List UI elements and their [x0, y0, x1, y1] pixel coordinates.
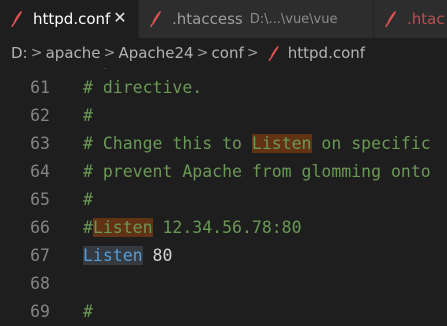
line-number: 65	[30, 190, 50, 209]
line-code: #	[83, 102, 93, 130]
line-number: 62	[30, 106, 50, 125]
search-match-highlight: Listen	[92, 218, 153, 237]
chevron-right-icon: >	[196, 45, 209, 61]
feather-icon	[266, 45, 282, 62]
line-number: 69	[30, 302, 50, 321]
line-number: 67	[30, 246, 50, 265]
code-token: # directive.	[83, 78, 203, 97]
code-line[interactable]: 61 # directive.	[0, 74, 447, 102]
code-line[interactable]: 65 #	[0, 186, 447, 214]
tab-bar: httpd.conf ✕ .htaccess D:\...\vue\vue .h…	[0, 0, 447, 38]
code-token: 80	[142, 246, 173, 265]
line-code: Listen 80	[83, 242, 172, 270]
code-token: 12.34.56.78:80	[152, 218, 302, 237]
breadcrumb-item-apache[interactable]: apache	[46, 44, 101, 62]
chevron-right-icon: >	[246, 45, 259, 61]
breadcrumb-item-drive[interactable]: D:	[11, 44, 28, 62]
tab-label: .htaccess	[172, 10, 243, 28]
tab-httpd-conf[interactable]: httpd.conf ✕	[0, 0, 139, 38]
breadcrumb-item-file[interactable]: httpd.conf	[288, 44, 365, 62]
code-token: # Change this to	[83, 134, 252, 153]
line-code: #	[83, 298, 93, 326]
line-code: # Change this to Listen on specific	[83, 130, 431, 158]
line-number: 63	[30, 134, 50, 153]
code-line[interactable]: 67 Listen 80	[0, 242, 447, 270]
search-match-highlight: Listen	[83, 246, 143, 265]
code-line[interactable]: 64 # prevent Apache from glomming onto	[0, 158, 447, 186]
code-token: #	[83, 218, 93, 237]
search-match-highlight: Listen	[251, 134, 312, 153]
line-number: 68	[30, 274, 50, 293]
code-token: #	[83, 190, 93, 209]
tab-description: D:\...\vue\vue	[249, 11, 338, 27]
code-line[interactable]: 63 # Change this to Listen on specific	[0, 130, 447, 158]
line-number: 61	[30, 78, 50, 97]
code-line[interactable]: 69 #	[0, 298, 447, 326]
breadcrumb-item-apache24[interactable]: Apache24	[119, 44, 194, 62]
tab-htaccess[interactable]: .htaccess D:\...\vue\vue	[139, 0, 374, 38]
line-number: 66	[30, 218, 50, 237]
breadcrumb-item-conf[interactable]: conf	[212, 44, 244, 62]
code-token: # prevent Apache from glomming onto	[83, 162, 431, 181]
code-token: on specific	[311, 134, 431, 153]
code-token: #	[83, 302, 93, 321]
code-line[interactable]: 62 #	[0, 102, 447, 130]
code-line[interactable]: 66 #Listen 12.34.56.78:80	[0, 214, 447, 242]
feather-icon	[148, 10, 164, 28]
tab-htaccess-2[interactable]: .htac	[374, 0, 447, 38]
code-token: #	[83, 106, 93, 125]
line-code: #Listen 12.34.56.78:80	[83, 214, 302, 242]
breadcrumb: D: > apache > Apache24 > conf > httpd.co…	[0, 38, 447, 68]
line-code: # directive.	[83, 74, 202, 102]
tab-label: .htac	[407, 10, 445, 28]
code-editor[interactable]: 60# port, instead of the default.61# dir…	[0, 50, 447, 326]
feather-icon	[383, 10, 399, 28]
line-code: # prevent Apache from glomming onto	[83, 158, 431, 186]
close-icon[interactable]: ✕	[111, 9, 129, 27]
tab-label: httpd.conf	[33, 10, 111, 28]
line-number: 64	[30, 162, 50, 181]
code-line[interactable]: 68	[0, 270, 447, 298]
vscode-editor-window: httpd.conf ✕ .htaccess D:\...\vue\vue .h…	[0, 0, 447, 326]
chevron-right-icon: >	[30, 45, 43, 61]
chevron-right-icon: >	[103, 45, 116, 61]
feather-icon	[9, 10, 25, 28]
line-code: #	[83, 186, 93, 214]
